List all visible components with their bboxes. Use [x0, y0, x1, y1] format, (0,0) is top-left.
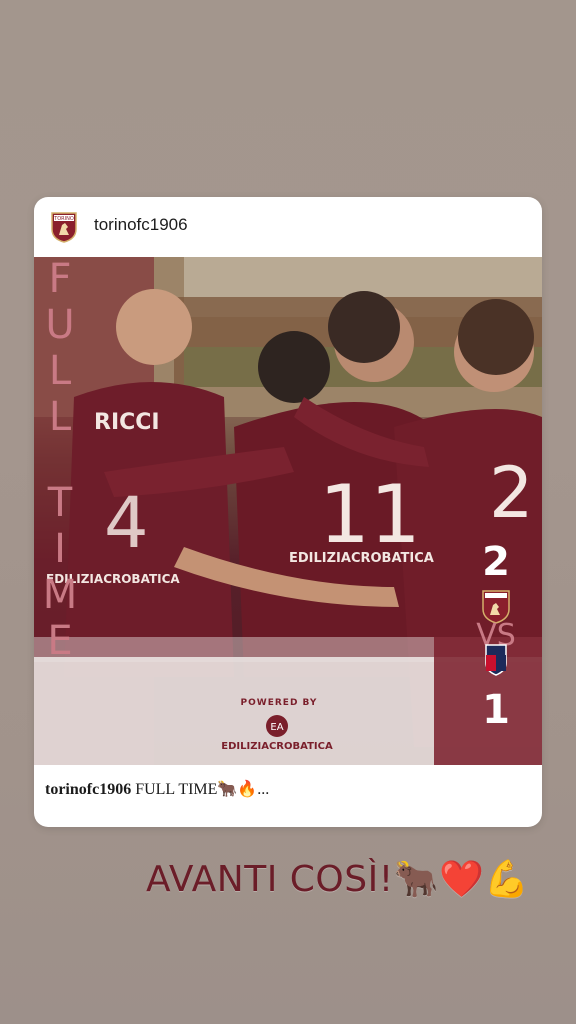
full-time-letter: L — [48, 394, 72, 440]
full-time-letter: T — [47, 480, 73, 526]
full-time-letter: E — [47, 618, 73, 664]
jersey-number-right: 2 — [489, 452, 534, 534]
sponsor-name: EDILIZIACROBATICA — [221, 741, 333, 752]
svg-text:TORINO: TORINO — [53, 216, 74, 222]
full-time-letter: L — [48, 348, 72, 394]
score-home: 2 — [482, 539, 510, 585]
post-caption[interactable]: torinofc1906 FULL TIME🐂🔥... — [45, 779, 269, 799]
story-text-overlay: AVANTI COSÌ!🐂❤️💪 — [146, 859, 530, 900]
full-time-letter: M — [42, 572, 78, 618]
torino-crest-avatar-icon[interactable]: TORINO — [50, 211, 78, 243]
caption-username: torinofc1906 — [45, 781, 132, 798]
score-away: 1 — [482, 687, 510, 733]
shared-post-card[interactable]: TORINO torinofc1906 RICCI 4 11 2 EDILIZI… — [34, 197, 542, 827]
full-time-letter: U — [45, 302, 75, 348]
full-time-graphic: RICCI 4 11 2 EDILIZIACROBATICA EDILIZIAC… — [34, 257, 542, 765]
full-time-letter: F — [48, 257, 72, 302]
bologna-crest-icon — [485, 644, 507, 676]
post-image[interactable]: RICCI 4 11 2 EDILIZIACROBATICA EDILIZIAC… — [34, 257, 542, 765]
jersey-sponsor-center: EDILIZIACROBATICA — [289, 551, 434, 566]
post-username[interactable]: torinofc1906 — [94, 215, 188, 235]
caption-text: FULL TIME🐂🔥... — [135, 781, 270, 798]
sponsor-mark: EA — [270, 722, 283, 733]
jersey-name-left: RICCI — [94, 410, 160, 435]
full-time-letter: I — [54, 526, 66, 572]
post-header: TORINO torinofc1906 — [34, 197, 542, 257]
jersey-number-center: 11 — [319, 468, 421, 561]
powered-by-label: POWERED BY — [241, 698, 318, 708]
jersey-number-left: 4 — [104, 482, 149, 564]
